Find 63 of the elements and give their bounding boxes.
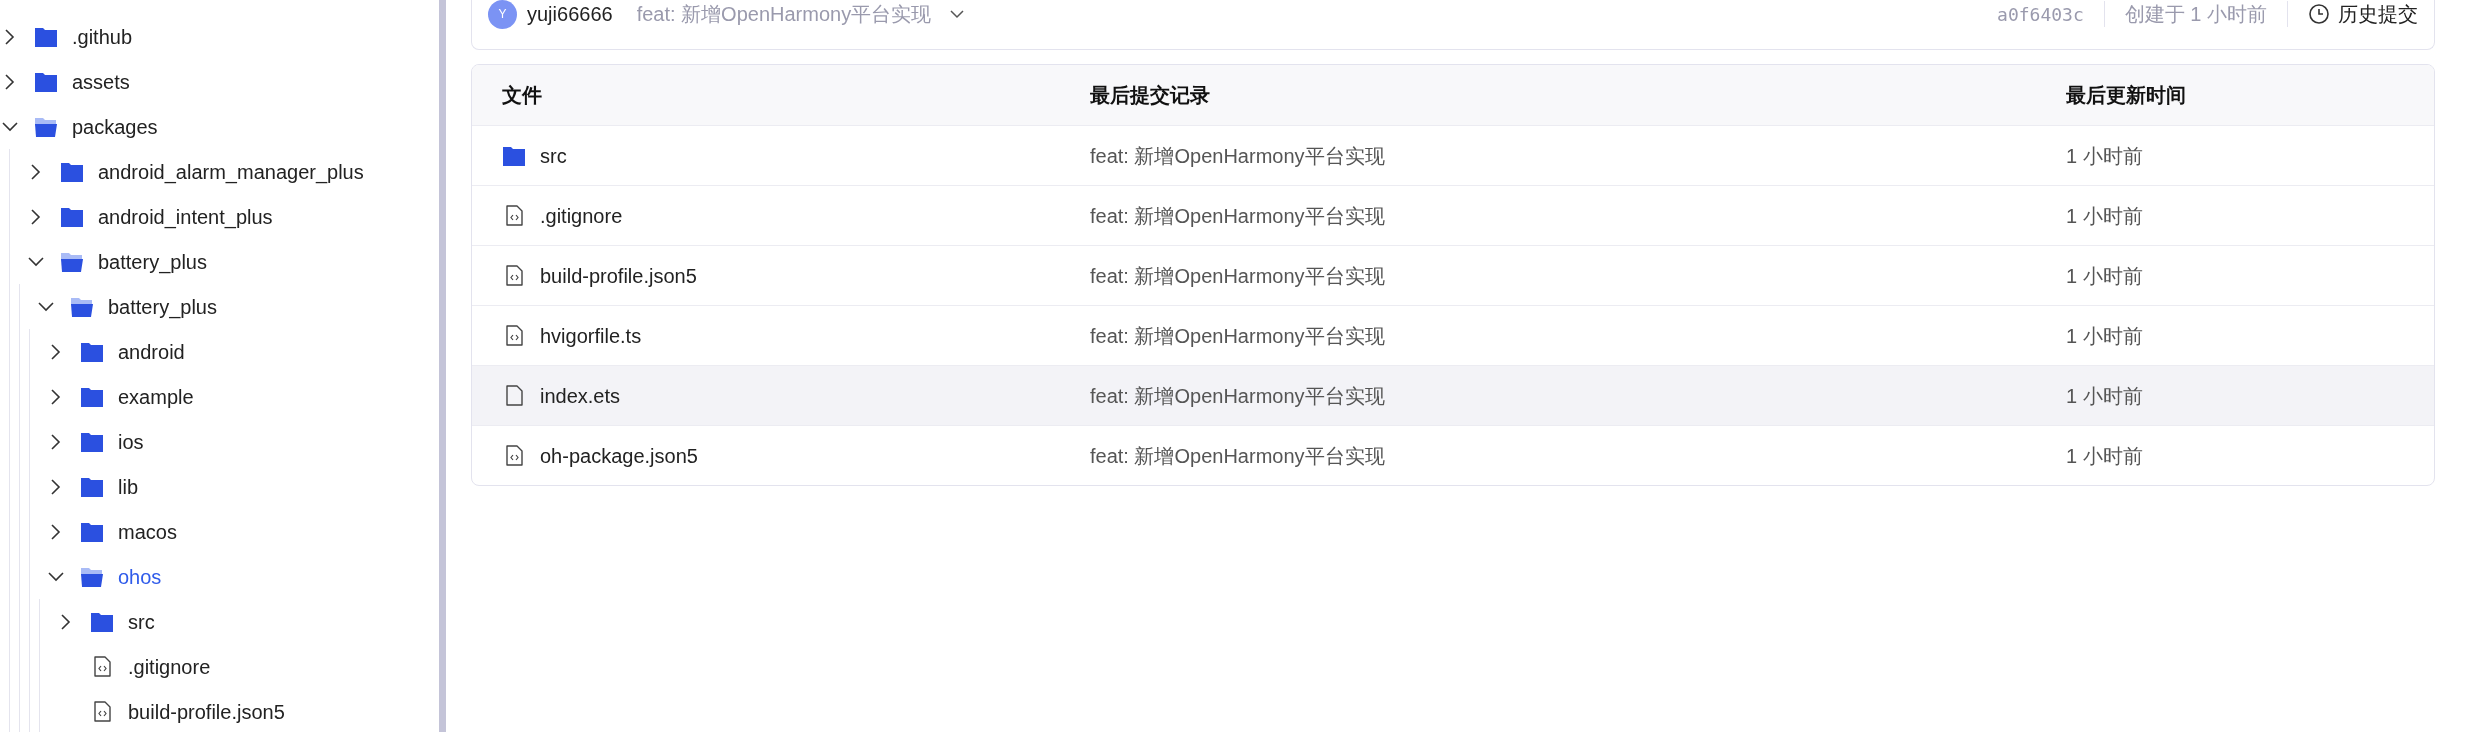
folder-icon: [60, 160, 84, 183]
column-header: 最后更新时间: [2066, 83, 2187, 108]
commit-message[interactable]: feat: 新增OpenHarmony平台实现: [1090, 260, 2066, 291]
created-time: 创建于 1 小时前: [2124, 2, 2267, 27]
tree-item[interactable]: assets: [72, 66, 130, 97]
tree-item[interactable]: example: [118, 381, 194, 412]
tree-item[interactable]: .gitignore: [128, 651, 211, 682]
tree-item[interactable]: src: [128, 606, 155, 637]
tree-item[interactable]: build-profile.json5: [128, 696, 285, 727]
update-time: 1 小时前: [2066, 143, 2144, 169]
tree-item[interactable]: android: [118, 336, 185, 367]
commit-message[interactable]: feat: 新增OpenHarmony平台实现: [1090, 320, 2066, 351]
folder-icon: [80, 385, 104, 408]
folder-icon: [34, 70, 58, 93]
tree-item[interactable]: .github: [72, 21, 133, 52]
file-name-link[interactable]: .gitignore: [540, 200, 623, 231]
tree-item[interactable]: packages: [72, 111, 158, 142]
folder-icon: [90, 610, 114, 633]
open-folder-icon: [70, 295, 94, 318]
folder-icon: [80, 475, 104, 498]
table-row[interactable]: oh-package.json5 feat: 新增OpenHarmony平台实现 1 小时前: [472, 425, 2434, 485]
file-name-link[interactable]: oh-package.json5: [540, 440, 698, 471]
table-row[interactable]: index.ets feat: 新增OpenHarmony平台实现 1 小时前: [472, 365, 2434, 425]
commit-message[interactable]: feat: 新增OpenHarmony平台实现: [1090, 440, 2066, 471]
commit-message: feat: 新增OpenHarmony平台实现: [636, 2, 932, 27]
tree-item[interactable]: lib: [118, 471, 138, 502]
commit-message[interactable]: feat: 新增OpenHarmony平台实现: [1090, 200, 2066, 231]
tree-item[interactable]: battery_plus: [108, 291, 217, 322]
update-time: 1 小时前: [2066, 203, 2144, 229]
tree-item[interactable]: android_alarm_manager_plus: [98, 156, 364, 187]
tree-item[interactable]: macos: [118, 516, 177, 547]
file-name-link[interactable]: build-profile.json5: [540, 260, 697, 291]
table-row[interactable]: src feat: 新增OpenHarmony平台实现 1 小时前: [472, 125, 2434, 185]
table-row[interactable]: build-profile.json5 feat: 新增OpenHarmony平台实现 1 小时前: [472, 245, 2434, 305]
update-time: 1 小时前: [2066, 263, 2144, 289]
commit-message[interactable]: feat: 新增OpenHarmony平台实现: [1090, 380, 2066, 411]
history-link[interactable]: 历史提交: [2308, 0, 2418, 29]
column-header: 最后提交记录: [1090, 83, 1211, 108]
tree-item[interactable]: battery_plus: [98, 246, 207, 277]
author-name[interactable]: yuji66666: [527, 0, 613, 29]
folder-icon: [80, 520, 104, 543]
avatar: Y: [488, 0, 517, 29]
update-time: 1 小时前: [2066, 383, 2144, 409]
file-name-link[interactable]: src: [540, 140, 567, 171]
open-folder-icon: [60, 250, 84, 273]
commit-message[interactable]: feat: 新增OpenHarmony平台实现: [1090, 140, 2066, 171]
folder-icon: [502, 144, 526, 167]
tree-item[interactable]: ohos: [118, 561, 162, 592]
open-folder-icon: [34, 115, 58, 138]
tree-item[interactable]: ios: [118, 426, 144, 457]
column-header: 文件: [502, 83, 543, 108]
update-time: 1 小时前: [2066, 323, 2144, 349]
open-folder-icon: [80, 565, 104, 588]
tree-item[interactable]: android_intent_plus: [98, 201, 273, 232]
folder-icon: [80, 430, 104, 453]
folder-icon: [34, 25, 58, 48]
folder-icon: [60, 205, 84, 228]
file-name-link[interactable]: hvigorfile.ts: [540, 320, 642, 351]
clock-icon: [2308, 3, 2330, 25]
table-row[interactable]: .gitignore feat: 新增OpenHarmony平台实现 1 小时前: [472, 185, 2434, 245]
folder-icon: [80, 340, 104, 363]
update-time: 1 小时前: [2066, 443, 2144, 469]
file-name-link[interactable]: index.ets: [540, 380, 621, 411]
